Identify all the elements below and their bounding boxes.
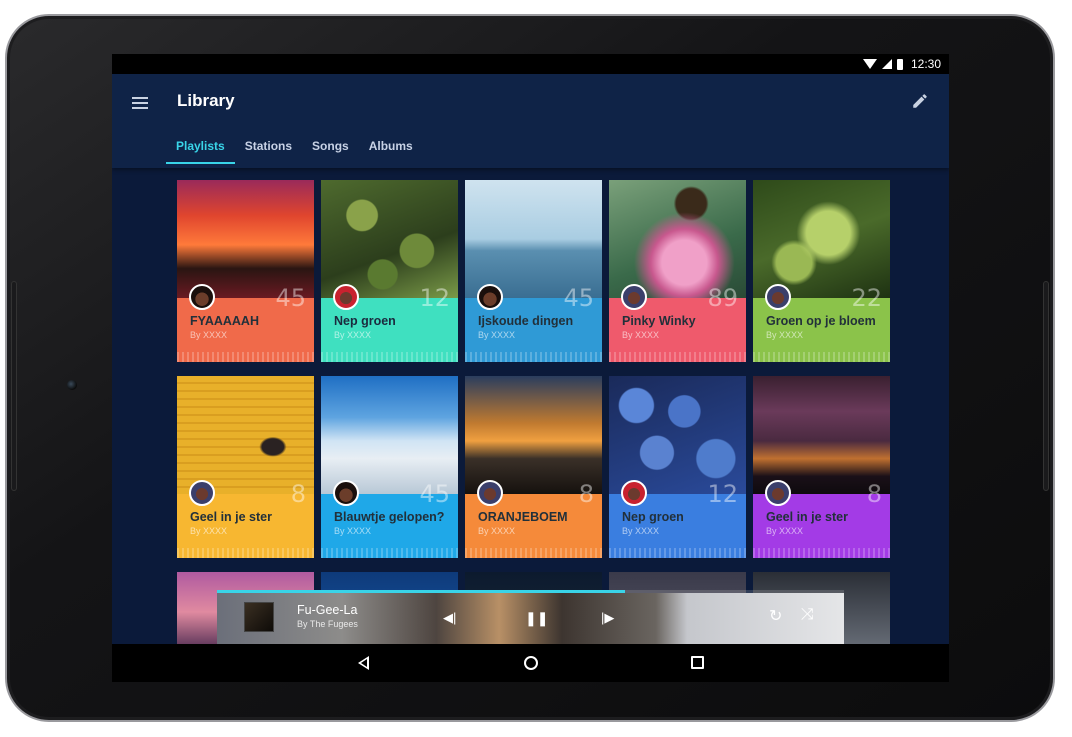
tab-bar: Playlists Stations Songs Albums xyxy=(166,134,423,164)
playlist-card[interactable]: 8 ORANJEBOEM By XXXX xyxy=(465,376,602,558)
playlist-cover xyxy=(753,180,890,298)
playlist-card[interactable]: 12 Nep groen By XXXX xyxy=(321,180,458,362)
screen: 12:30 Library Playlists Stations Songs A… xyxy=(112,54,949,682)
hardware-button-right xyxy=(1043,281,1049,491)
playlist-title: Geel in je ster xyxy=(190,510,272,524)
playlist-cover xyxy=(609,180,746,298)
previous-icon[interactable]: ◀| xyxy=(443,610,456,626)
playlist-title: Groen op je bloem xyxy=(766,314,876,328)
playlist-cover xyxy=(465,376,602,494)
playlist-title: Geel in je ster xyxy=(766,510,848,524)
page-title: Library xyxy=(177,91,235,110)
playlist-title: Blauwtje gelopen? xyxy=(334,510,445,524)
playlist-owner: By XXXX xyxy=(334,330,372,340)
playlist-card[interactable]: 89 Pinky Winky By XXXX xyxy=(609,180,746,362)
playlist-card[interactable]: 8 Geel in je ster By XXXX xyxy=(753,376,890,558)
wifi-icon xyxy=(862,59,877,69)
song-artist: By The Fugees xyxy=(297,619,358,629)
avatar xyxy=(333,480,359,506)
now-playing-bar[interactable]: Fu-Gee-La By The Fugees ◀| ❚❚ |▶ ↻ ⤨ xyxy=(217,590,844,644)
playlist-count: 89 xyxy=(707,284,738,312)
avatar xyxy=(621,480,647,506)
playlist-card[interactable]: 45 Blauwtje gelopen? By XXXX xyxy=(321,376,458,558)
playlist-card[interactable]: 12 Nep groen By XXXX xyxy=(609,376,746,558)
playlist-owner: By XXXX xyxy=(766,330,804,340)
playlist-title: Ijskoude dingen xyxy=(478,314,574,328)
playlist-owner: By XXXX xyxy=(478,526,516,536)
playlist-card[interactable]: 8 Geel in je ster By XXXX xyxy=(177,376,314,558)
back-icon-inner xyxy=(361,659,367,667)
playlist-cover xyxy=(465,180,602,298)
hardware-button-left xyxy=(11,281,17,491)
avatar xyxy=(189,284,215,310)
avatar xyxy=(333,284,359,310)
playlist-count: 22 xyxy=(851,284,882,312)
playlist-cover xyxy=(321,180,458,298)
tab-albums[interactable]: Albums xyxy=(359,134,423,164)
avatar xyxy=(765,284,791,310)
playlist-cover xyxy=(177,180,314,298)
playlist-cover xyxy=(321,376,458,494)
playlist-count: 45 xyxy=(419,480,450,508)
playlist-count: 45 xyxy=(563,284,594,312)
playlist-cover xyxy=(177,376,314,494)
song-title: Fu-Gee-La xyxy=(297,603,358,617)
playlist-card[interactable]: 45 Ijskoude dingen By XXXX xyxy=(465,180,602,362)
playlist-count: 8 xyxy=(578,480,594,508)
home-icon[interactable] xyxy=(524,656,538,670)
playlist-title: Pinky Winky xyxy=(622,314,696,328)
status-bar: 12:30 xyxy=(112,54,949,74)
playlist-owner: By XXXX xyxy=(190,526,228,536)
playlist-count: 8 xyxy=(866,480,882,508)
playlist-card[interactable]: 22 Groen op je bloem By XXXX xyxy=(753,180,890,362)
avatar xyxy=(621,284,647,310)
playlist-owner: By XXXX xyxy=(622,526,660,536)
playlist-title: ORANJEBOEM xyxy=(478,510,568,524)
shuffle-icon[interactable]: ⤨ xyxy=(801,606,814,624)
playlist-count: 8 xyxy=(290,480,306,508)
next-icon[interactable]: |▶ xyxy=(601,610,614,626)
tab-playlists[interactable]: Playlists xyxy=(166,134,235,164)
menu-icon[interactable] xyxy=(132,94,152,110)
avatar xyxy=(765,480,791,506)
playlist-cover xyxy=(753,376,890,494)
avatar xyxy=(477,480,503,506)
system-nav-bar xyxy=(112,644,949,682)
front-camera xyxy=(67,380,77,390)
status-clock: 12:30 xyxy=(910,57,941,71)
recent-apps-icon[interactable] xyxy=(691,656,704,669)
playlist-count: 12 xyxy=(707,480,738,508)
repeat-icon[interactable]: ↻ xyxy=(769,606,782,626)
signal-icon xyxy=(881,59,892,69)
playlist-owner: By XXXX xyxy=(766,526,804,536)
playlist-card[interactable]: 45 FYAAAAAH By XXXX xyxy=(177,180,314,362)
playlist-owner: By XXXX xyxy=(622,330,660,340)
battery-icon xyxy=(896,58,903,70)
playlist-owner: By XXXX xyxy=(190,330,228,340)
tab-stations[interactable]: Stations xyxy=(235,134,302,164)
playlist-cover xyxy=(609,376,746,494)
edit-icon[interactable] xyxy=(911,92,929,110)
playlist-title: FYAAAAAH xyxy=(190,314,259,328)
avatar xyxy=(189,480,215,506)
avatar xyxy=(477,284,503,310)
playlist-title: Nep groen xyxy=(622,510,684,524)
tab-songs[interactable]: Songs xyxy=(302,134,359,164)
playlist-owner: By XXXX xyxy=(478,330,516,340)
playlist-title: Nep groen xyxy=(334,314,396,328)
album-art xyxy=(244,602,274,632)
playlist-owner: By XXXX xyxy=(334,526,372,536)
playlist-count: 12 xyxy=(419,284,450,312)
pause-icon[interactable]: ❚❚ xyxy=(525,610,548,627)
playlist-count: 45 xyxy=(275,284,306,312)
app-bar: Library Playlists Stations Songs Albums xyxy=(112,74,949,168)
